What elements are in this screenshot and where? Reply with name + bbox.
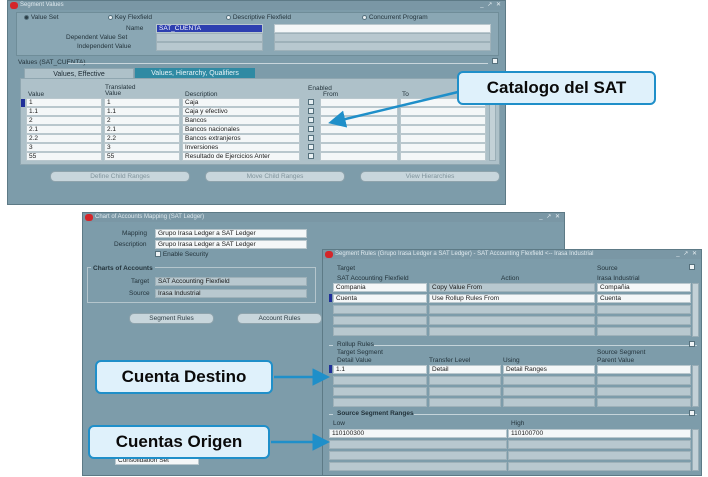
callout-arrows xyxy=(271,90,459,451)
arrow-catalogo xyxy=(328,90,459,128)
